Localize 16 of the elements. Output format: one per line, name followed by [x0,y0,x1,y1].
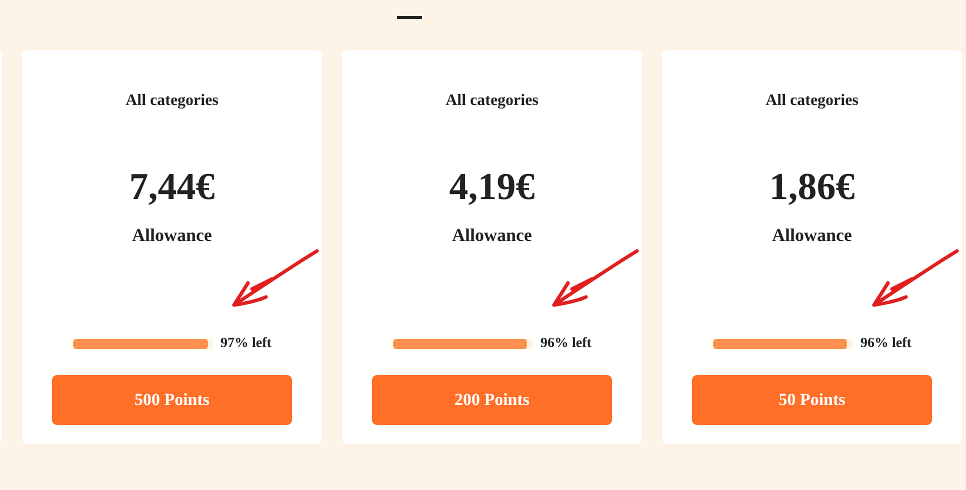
remaining-label: 96% left [540,336,592,352]
category-label: All categories [446,91,538,111]
remaining-label: 96% left [860,336,912,352]
remaining-label: 97% left [220,336,272,352]
allowance-label: Allowance [132,224,212,247]
amount-value: 1,86€ [769,165,855,209]
allowance-label: Allowance [452,224,532,247]
allowance-label: Allowance [772,224,852,247]
amount-value: 7,44€ [129,165,215,209]
amount-value: 4,19€ [449,165,535,209]
category-label: All categories [766,91,858,111]
points-button[interactable]: 200 Points [372,375,612,425]
category-label: All categories [126,91,218,111]
points-button[interactable]: 500 Points [52,375,292,425]
points-button[interactable]: 50 Points [692,375,932,425]
dash-icon [397,16,422,19]
